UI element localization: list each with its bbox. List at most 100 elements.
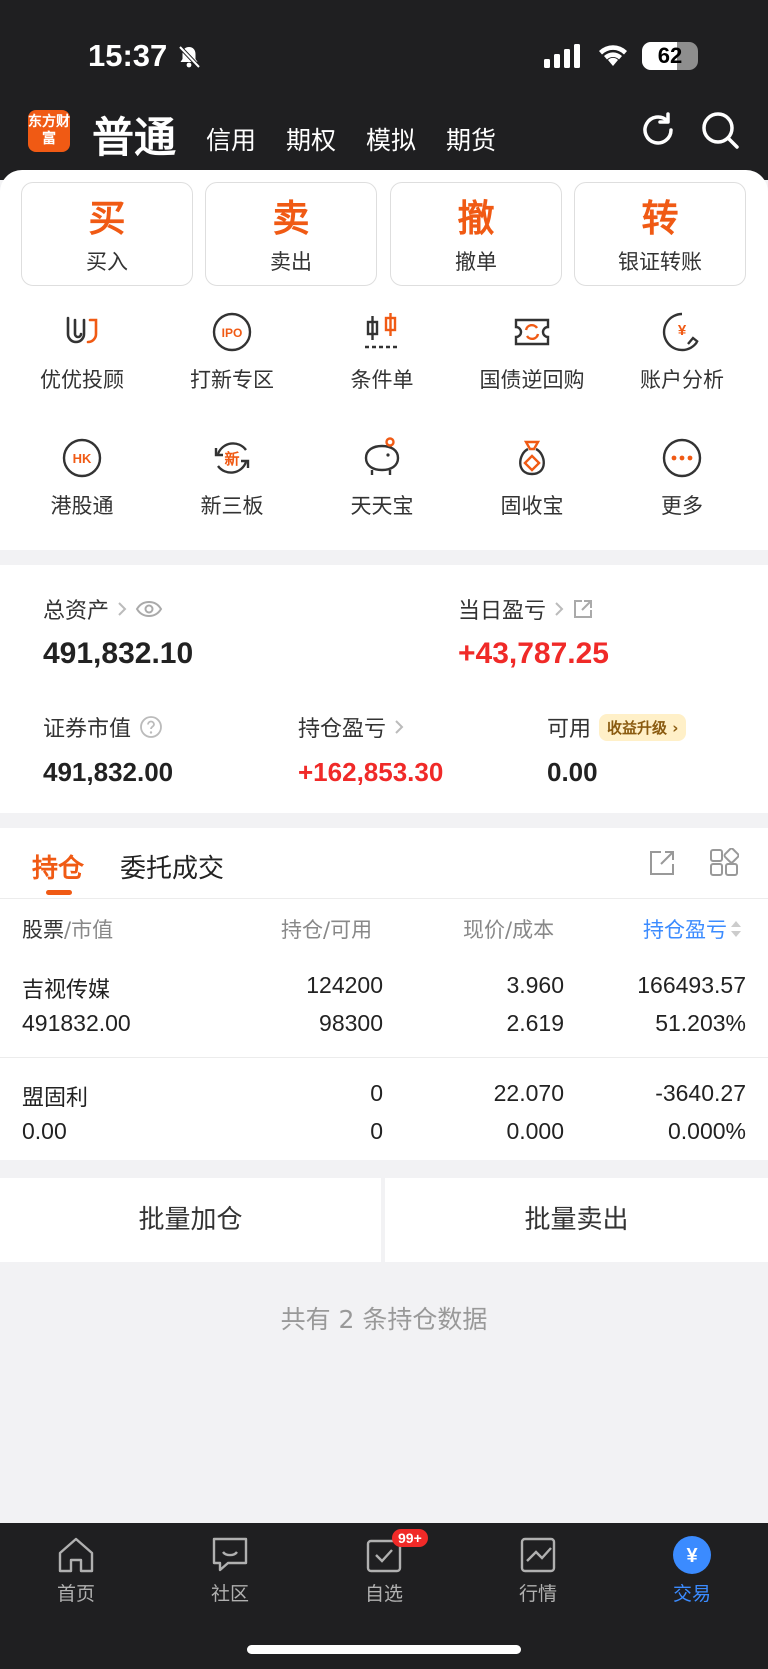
quick-more[interactable]: 更多 — [607, 436, 757, 520]
nav-market[interactable]: 行情 — [478, 1533, 598, 1606]
tab-orders-trades[interactable]: 委托成交 — [120, 848, 224, 885]
active-tab-indicator — [46, 890, 72, 895]
home-indicator[interactable] — [247, 1645, 521, 1654]
batch-add-button[interactable]: 批量加仓 — [0, 1178, 381, 1262]
quick-label: 国债逆回购 — [479, 368, 585, 392]
stock-market-value: 491832.00 — [22, 1010, 131, 1036]
piggy-bank-icon — [364, 437, 400, 475]
current-price: 22.070 — [493, 1080, 564, 1106]
quick-uu-advisor[interactable]: 优优投顾 — [7, 310, 157, 394]
total-assets-value: 491,832.10 — [43, 637, 194, 670]
status-time: 15:37 — [88, 38, 168, 73]
condition-order-icon — [365, 313, 399, 349]
watchlist-badge: 99+ — [392, 1529, 428, 1547]
sell-label: 卖出 — [270, 250, 312, 274]
svg-text:¥: ¥ — [686, 1545, 698, 1567]
cellular-signal-icon — [544, 44, 580, 68]
quick-hk-connect[interactable]: HK 港股通 — [7, 436, 157, 520]
chevron-right-icon — [555, 602, 564, 616]
daily-pl-label-row[interactable]: 当日盈亏 — [458, 593, 594, 625]
buy-button[interactable]: 买 买入 — [21, 182, 193, 286]
nav-label: 社区 — [210, 1583, 249, 1605]
svg-text:¥: ¥ — [678, 322, 687, 339]
header-price-cost[interactable]: 现价/成本 — [463, 914, 554, 944]
quick-tiantianbao[interactable]: 天天宝 — [307, 436, 457, 520]
tab-simulated[interactable]: 模拟 — [366, 121, 416, 157]
holding-pl-value: +162,853.30 — [298, 757, 444, 787]
available-value: 0.00 — [547, 757, 598, 787]
share-icon[interactable] — [572, 598, 594, 620]
header-market-value-label: /市值 — [64, 918, 114, 942]
nav-watchlist[interactable]: 99+ 自选 — [324, 1529, 444, 1606]
cancel-order-label: 撤单 — [455, 250, 497, 274]
market-value-label: 证券市值 — [43, 717, 132, 742]
batch-sell-button[interactable]: 批量卖出 — [385, 1178, 768, 1262]
refresh-icon[interactable] — [638, 110, 678, 150]
nav-home[interactable]: 首页 — [16, 1533, 136, 1606]
cancel-order-button[interactable]: 撤 撤单 — [390, 182, 562, 286]
position-pl: -3640.27 — [655, 1080, 746, 1106]
header-stock-label: 股票 — [22, 918, 64, 942]
quick-condition-order[interactable]: 条件单 — [307, 310, 457, 394]
transfer-icon-char: 转 — [641, 197, 679, 240]
total-assets-label-row[interactable]: 总资产 — [43, 593, 163, 625]
market-icon — [520, 1537, 556, 1573]
quick-label: 条件单 — [350, 368, 414, 392]
holding-qty: 0 — [370, 1080, 383, 1106]
quick-account-analysis[interactable]: ¥ 账户分析 — [607, 310, 757, 394]
eye-icon[interactable] — [135, 600, 163, 618]
cancel-icon-char: 撤 — [457, 197, 495, 240]
nav-trade[interactable]: ¥ 交易 — [632, 1533, 752, 1606]
total-assets-label: 总资产 — [43, 599, 110, 624]
tab-credit[interactable]: 信用 — [206, 121, 256, 157]
quick-neeq[interactable]: 新 新三板 — [157, 436, 307, 520]
account-analysis-icon: ¥ — [662, 312, 699, 352]
stock-name: 吉视传媒 — [22, 978, 111, 1003]
sell-button[interactable]: 卖 卖出 — [205, 182, 377, 286]
cost-price: 2.619 — [506, 1010, 564, 1036]
row-divider — [0, 1057, 768, 1058]
quick-fixed-income[interactable]: 固收宝 — [457, 436, 607, 520]
positions-count-text: 共有 2 条持仓数据 — [280, 1305, 488, 1334]
nav-community[interactable]: 社区 — [170, 1533, 290, 1606]
header-holding-pl[interactable]: 持仓盈亏 — [643, 914, 743, 944]
tab-futures[interactable]: 期货 — [446, 121, 496, 157]
holding-pl-label-row[interactable]: 持仓盈亏 — [298, 711, 404, 743]
more-icon — [662, 438, 702, 478]
quick-label: 更多 — [661, 494, 703, 518]
yield-upgrade-badge[interactable]: 收益升级 › — [599, 713, 687, 741]
sell-icon-char: 卖 — [272, 197, 310, 240]
tabs-divider — [0, 898, 768, 899]
quick-label: 天天宝 — [350, 494, 414, 518]
eastmoney-logo: 东方财富 — [28, 110, 70, 152]
cost-price: 0.000 — [506, 1118, 564, 1144]
ipo-icon: IPO — [212, 312, 252, 352]
quick-label: 固收宝 — [500, 494, 564, 518]
available-qty: 98300 — [319, 1010, 383, 1036]
wifi-icon — [599, 45, 627, 66]
help-icon[interactable] — [139, 715, 163, 739]
stock-name: 盟固利 — [22, 1086, 89, 1111]
position-pl-percent: 0.000% — [667, 1118, 746, 1144]
nav-label: 交易 — [672, 1583, 711, 1605]
tab-positions[interactable]: 持仓 — [32, 848, 84, 885]
trade-menu-card: 买 买入 卖 卖出 撤 撤单 转 银证转账 优优投顾 IPO 打新专区 条件单 … — [0, 170, 768, 550]
grid-layout-icon[interactable] — [709, 848, 739, 878]
svg-text:新: 新 — [224, 450, 239, 468]
bank-transfer-button[interactable]: 转 银证转账 — [574, 182, 746, 286]
neeq-icon: 新 — [214, 442, 250, 474]
holding-pl-label: 持仓盈亏 — [298, 717, 387, 742]
header-holding-pl-label: 持仓盈亏 — [643, 918, 727, 942]
search-icon[interactable] — [700, 110, 740, 150]
svg-text:HK: HK — [73, 451, 92, 466]
export-icon[interactable] — [647, 848, 677, 878]
nav-label: 首页 — [56, 1583, 95, 1605]
quick-ipo[interactable]: IPO 打新专区 — [157, 310, 307, 394]
battery-indicator: 62 — [642, 42, 698, 70]
header-holding-available[interactable]: 持仓/可用 — [281, 914, 372, 944]
tab-options[interactable]: 期权 — [286, 121, 336, 157]
quick-label: 账户分析 — [640, 368, 724, 392]
account-type-title[interactable]: 普通 — [92, 104, 176, 165]
badge-text: 收益升级 — [607, 718, 668, 737]
quick-reverse-repo[interactable]: 国债逆回购 — [457, 310, 607, 394]
